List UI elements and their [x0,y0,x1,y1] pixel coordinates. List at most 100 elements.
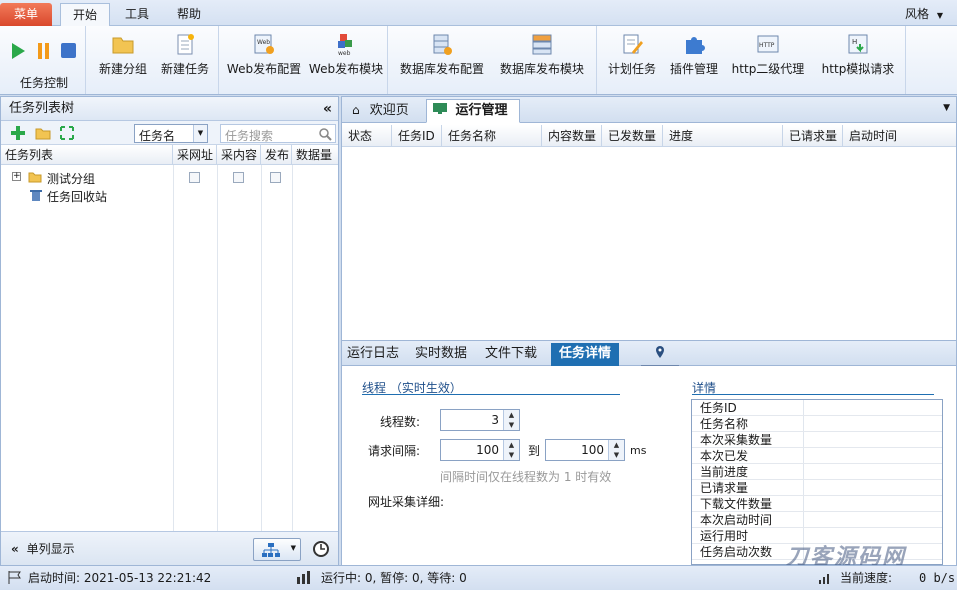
tree-item-test-group[interactable]: + 测试分组 [1,169,338,187]
tab-location[interactable] [641,343,679,366]
search-icon[interactable] [318,127,332,141]
task-detail-area: 线程 （实时生效） 线程数: 3 ▲ ▼ 请求间隔: 100 ▲ ▼ 到 100 ▲… [342,367,956,570]
web-module-icon: web [338,34,352,56]
scheduled-task-button[interactable]: 计划任务 [604,30,660,90]
http-request-icon: H [848,34,868,54]
column-collect-content[interactable]: 采内容 [217,145,261,165]
stop-icon[interactable] [61,43,77,62]
tab-run-log[interactable]: 运行日志 [342,343,404,366]
tools-group: 计划任务 插件管理 HTTP http二级代理 H http模拟请求 [598,26,906,94]
grid-line [261,165,262,531]
column-task-list[interactable]: 任务列表 [1,145,173,165]
stepper-arrows-icon[interactable]: ▲ ▼ [608,440,624,460]
style-label: 风格 [905,7,930,21]
stepper-arrows-icon[interactable]: ▲ ▼ [503,440,519,460]
task-run-columns: 状态 任务ID 任务名称 内容数量 已发数量 进度 已请求量 启动时间 [342,125,956,147]
database-config-icon [433,34,452,55]
new-group-button[interactable]: 新建分组 [95,30,151,90]
collect-url-checkbox[interactable] [189,172,200,183]
task-search-field[interactable]: 任务搜索 [220,124,336,143]
column-start-time[interactable]: 启动时间 [843,125,956,147]
column-content-count[interactable]: 内容数量 [542,125,602,147]
detail-row-task-id: 任务ID [692,400,942,416]
column-status[interactable]: 状态 [342,125,392,147]
add-icon[interactable] [11,126,25,140]
org-chart-dropdown[interactable]: ▼ [253,538,301,561]
web-publish-config-button[interactable]: Web Web发布配置 [226,30,302,90]
stepper-arrows-icon[interactable]: ▲ ▼ [503,410,519,430]
filter-select[interactable]: 任务名 ▼ [134,124,208,143]
db-publish-module-label: 数据库发布模块 [499,62,584,76]
http-simulate-button[interactable]: H http模拟请求 [816,30,900,90]
folder-icon[interactable] [35,126,51,140]
puzzle-icon [686,37,705,54]
detail-row-start-time: 本次启动时间 [692,512,942,528]
tab-list-dropdown-icon[interactable]: ▼ [943,103,950,113]
scheduled-task-label: 计划任务 [607,62,656,76]
task-tree-columns: 任务列表 采网址 采内容 发布 数据量 [1,145,338,165]
column-task-id[interactable]: 任务ID [392,125,442,147]
double-chevron-left-icon: « [11,542,19,556]
new-task-label: 新建任务 [160,62,209,76]
schedule-icon [623,34,643,54]
details-title: 详情 [692,379,934,395]
expand-icon[interactable]: + [12,172,21,181]
interval-to-stepper[interactable]: 100 ▲ ▼ [545,439,625,461]
new-task-button[interactable]: 新建任务 [157,30,213,90]
main-tabs: ⌂ 欢迎页 运行管理 ▼ [342,97,956,123]
interval-to-value: 100 [581,443,604,457]
pause-icon[interactable] [36,43,52,62]
collapse-panel-icon[interactable]: « [323,97,332,121]
grid-line [292,165,293,531]
detail-row-download-count: 下载文件数量 [692,496,942,512]
url-detail-label: 网址采集详细: [368,495,445,509]
play-icon[interactable] [10,42,26,63]
ribbon: 任务控制 新建分组 新建任务 Web Web发布配置 web Web发布模块 数… [0,26,957,95]
main-panel: ⌂ 欢迎页 运行管理 ▼ 状态 任务ID 任务名称 内容数量 已发数量 进度 已… [341,96,957,570]
interval-from-stepper[interactable]: 100 ▲ ▼ [440,439,520,461]
menu-bar: 菜单 开始 工具 帮助 风格 ▼ [0,0,957,26]
db-publish-config-button[interactable]: 数据库发布配置 [397,30,487,90]
column-requested[interactable]: 已请求量 [783,125,843,147]
plugin-manager-button[interactable]: 插件管理 [666,30,722,90]
speed-value: 0 b/s [919,571,956,585]
tab-file-download[interactable]: 文件下载 [478,343,544,366]
tree-item-recycle-bin[interactable]: 任务回收站 [1,187,338,205]
chevron-down-icon: ▼ [290,544,296,552]
column-task-name[interactable]: 任务名称 [442,125,542,147]
column-published-count[interactable]: 已发数量 [602,125,663,147]
single-column-button[interactable]: « 单列显示 [11,540,75,557]
tab-welcome[interactable]: ⌂ 欢迎页 [346,99,424,123]
tab-start[interactable]: 开始 [60,3,110,26]
style-menu[interactable]: 风格 ▼ [905,4,955,24]
http-proxy-button[interactable]: HTTP http二级代理 [728,30,808,90]
column-progress[interactable]: 进度 [663,125,783,147]
tab-run-management[interactable]: 运行管理 [426,99,520,123]
web-publish-module-button[interactable]: web Web发布模块 [308,30,384,90]
column-collect-url[interactable]: 采网址 [173,145,217,165]
expand-all-icon[interactable] [60,126,74,140]
start-time-text: 启动时间: 2021-05-13 22:21:42 [28,571,212,585]
publish-checkbox[interactable] [270,172,281,183]
column-data-count[interactable]: 数据量 [292,145,338,165]
folder-icon [112,37,134,54]
tab-welcome-label: 欢迎页 [369,103,409,118]
interval-from-value: 100 [476,443,499,457]
tab-tools[interactable]: 工具 [112,3,162,26]
home-icon: ⌂ [352,103,360,117]
db-publish-module-button[interactable]: 数据库发布模块 [497,30,587,90]
thread-count-stepper[interactable]: 3 ▲ ▼ [440,409,520,431]
column-publish[interactable]: 发布 [261,145,292,165]
tab-realtime-data[interactable]: 实时数据 [408,343,474,366]
trash-icon [30,190,42,201]
detail-row-progress: 当前进度 [692,464,942,480]
http-proxy-icon: HTTP [757,35,779,53]
tab-task-detail[interactable]: 任务详情 [551,343,619,366]
task-tree-header: 任务列表树 « [1,97,338,121]
app-menu-button[interactable]: 菜单 [0,3,52,26]
run-state-text: 运行中: 0, 暂停: 0, 等待: 0 [321,571,467,585]
chevron-down-icon: ▼ [936,11,943,20]
tab-help[interactable]: 帮助 [164,3,214,26]
clock-icon[interactable] [312,540,330,558]
collect-content-checkbox[interactable] [233,172,244,183]
